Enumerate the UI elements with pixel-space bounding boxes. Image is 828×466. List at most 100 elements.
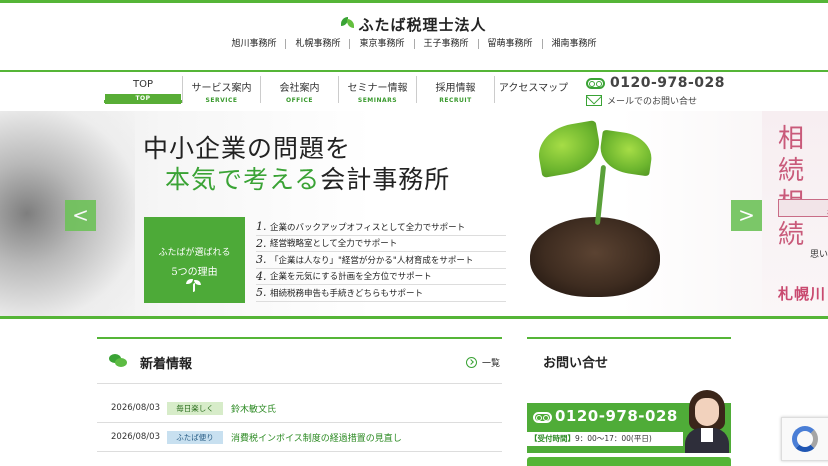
office-link-sapporo[interactable]: 札幌事務所 [285, 39, 349, 49]
top-accent-line [0, 0, 828, 3]
news-title-link[interactable]: 消費税インボイス制度の経過措置の見直し [231, 431, 402, 444]
reason-list: 1. 企業のバックアップオフィスとして全力でサポート 2. 経営戦略室として全力でサ… [256, 219, 506, 302]
reason-text: 企業を元気にする計画を全方位でサポート [270, 272, 432, 283]
reason-number: 3. [256, 253, 267, 267]
hero-slider: 中小企業の問題を 本気で考える会計事務所 ふたばが選ばれる 5つの理由 1. 企業… [0, 111, 828, 316]
peek-title-text: 相続 相続 [778, 124, 805, 250]
next-slide-peek: 相続 相続 札 思い 札幌川 [762, 111, 828, 316]
header-mail-link[interactable]: メールでのお問い合せ [586, 94, 725, 107]
sprout-soil-image [530, 119, 660, 305]
office-link-rumoi[interactable]: 留萌事務所 [477, 39, 542, 49]
leaf-shape-left [534, 119, 604, 179]
news-title: 新着情報 [140, 357, 193, 372]
hours-value: 9：00〜17：00(平日) [575, 434, 652, 443]
soil-shape [530, 217, 660, 297]
reason-item: 3. 「企業は人なり」"経営が分かる"人材育成をサポート [256, 252, 506, 269]
nav-item-office[interactable]: 会社案内 OFFICE [260, 76, 338, 104]
reason-text: 企業のバックアップオフィスとして全力でサポート [270, 222, 466, 233]
office-link-oji[interactable]: 王子事務所 [413, 39, 478, 49]
mail-icon [586, 95, 602, 106]
news-category-badge[interactable]: 毎日楽しく [167, 401, 223, 415]
nav-sublabel: RECRUIT [439, 97, 472, 104]
mail-banner[interactable] [527, 457, 731, 466]
news-date: 2026/08/03 [111, 403, 160, 413]
nav-label: アクセスマップ [498, 83, 569, 94]
reasons-box-line1: ふたばが選ばれる [158, 248, 231, 258]
recaptcha-badge[interactable] [781, 417, 828, 461]
reason-item: 4. 企業を元気にする計画を全方位でサポート [256, 269, 506, 285]
news-category-badge[interactable]: ふたば便り [167, 430, 223, 444]
recaptcha-icon [792, 426, 818, 452]
peek-subtext: 思い [810, 250, 828, 260]
news-title-link[interactable]: 鈴木敏文氏 [231, 402, 276, 415]
reason-number: 1. [256, 220, 267, 234]
header-divider [0, 70, 828, 72]
speech-bubble-icon [109, 354, 127, 368]
nav-sublabel: OFFICE [285, 97, 314, 104]
nav-label: サービス案内 [191, 83, 252, 94]
logo-text: ふたば税理士法人 [358, 16, 487, 34]
hours-label: 【受付時間】 [530, 434, 575, 443]
inquiry-section: お問い合せ 0120-978-028 【受付時間】9：00〜17：00(平日) [527, 337, 731, 466]
peek-city: 札幌川 [778, 285, 827, 303]
office-link-asahikawa[interactable]: 旭川事務所 [222, 39, 285, 49]
hero-headline-emphasis: 本気で考える [165, 165, 321, 194]
shirt-shape [701, 428, 713, 442]
news-row: 2026/08/03 毎日楽しく 鈴木敏文氏 [97, 394, 502, 423]
reason-item: 5. 相続税務申告も手続きどちらもサポート [256, 285, 506, 302]
reason-text: 相続税務申告も手続きどちらもサポート [270, 288, 424, 299]
slider-prev-button[interactable]: < [65, 200, 96, 231]
leaf-shape-right [597, 129, 655, 177]
nav-contact: 0120-978-028 メールでのお問い合せ [586, 75, 725, 107]
news-list-link[interactable]: 一覧 [465, 356, 500, 369]
office-link-shonan[interactable]: 湘南事務所 [541, 39, 606, 49]
slider-next-button[interactable]: > [731, 200, 762, 231]
news-section: 新着情報 一覧 2026/08/03 毎日楽しく 鈴木敏文氏 2026/08/0… [97, 337, 502, 452]
reason-item: 2. 経営戦略室として全力でサポート [256, 236, 506, 252]
sprout-icon [186, 279, 202, 293]
main-nav: TOP TOP サービス案内 SERVICE 会社案内 OFFICE セミナー情… [104, 76, 572, 104]
nav-label: 採用情報 [435, 83, 476, 94]
nav-sublabel: TOP [105, 94, 181, 104]
free-dial-icon [533, 412, 552, 423]
office-link-tokyo[interactable]: 東京事務所 [349, 39, 413, 49]
reasons-box[interactable]: ふたばが選ばれる 5つの理由 [144, 217, 245, 303]
reasons-box-line2: 5つの理由 [171, 267, 218, 278]
news-row: 2026/08/03 ふたば便り 消費税インボイス制度の経過措置の見直し [97, 423, 502, 452]
peek-title: 相続 相続 [778, 123, 828, 251]
news-header: 新着情報 一覧 [97, 337, 502, 384]
reason-text: 経営戦略室として全力でサポート [270, 239, 398, 250]
inquiry-title: お問い合せ [543, 356, 609, 371]
nav-item-top[interactable]: TOP TOP [104, 76, 182, 104]
nav-item-service[interactable]: サービス案内 SERVICE [182, 76, 260, 104]
news-list: 2026/08/03 毎日楽しく 鈴木敏文氏 2026/08/03 ふたば便り … [97, 394, 502, 452]
office-links: 旭川事務所 札幌事務所 東京事務所 王子事務所 留萌事務所 湘南事務所 [0, 39, 828, 49]
reason-item: 1. 企業のバックアップオフィスとして全力でサポート [256, 219, 506, 236]
news-list-link-label: 一覧 [481, 359, 500, 369]
peek-band: 札 [778, 199, 828, 217]
stem-shape [594, 164, 607, 226]
reason-number: 4. [256, 269, 267, 283]
inquiry-header: お問い合せ [527, 337, 731, 380]
hero-headline-rest: 会計事務所 [320, 165, 451, 194]
free-dial-icon [586, 77, 605, 89]
reason-text: 「企業は人なり」"経営が分かる"人材育成をサポート [270, 255, 474, 266]
news-date: 2026/08/03 [111, 432, 160, 442]
phone-number: 0120-978-028 [610, 75, 726, 91]
leaf-logo-icon [341, 16, 355, 33]
nav-item-recruit[interactable]: 採用情報 RECRUIT [416, 76, 494, 104]
reason-number: 5. [256, 286, 267, 300]
nav-label: TOP [132, 79, 153, 90]
site-logo[interactable]: ふたば税理士法人 [0, 14, 828, 37]
hero-headline-2: 本気で考える会計事務所 [165, 160, 450, 196]
hero-bottom-line [0, 316, 828, 319]
nav-label: 会社案内 [279, 83, 320, 94]
header-phone[interactable]: 0120-978-028 [586, 75, 725, 91]
arrow-circle-icon [465, 357, 477, 368]
nav-label: セミナー情報 [347, 83, 408, 94]
face-shape [695, 398, 719, 426]
reason-number: 2. [256, 236, 267, 250]
nav-sublabel: SERVICE [205, 97, 238, 104]
nav-item-access-map[interactable]: アクセスマップ [494, 76, 572, 103]
nav-item-seminars[interactable]: セミナー情報 SEMINARS [338, 76, 416, 104]
